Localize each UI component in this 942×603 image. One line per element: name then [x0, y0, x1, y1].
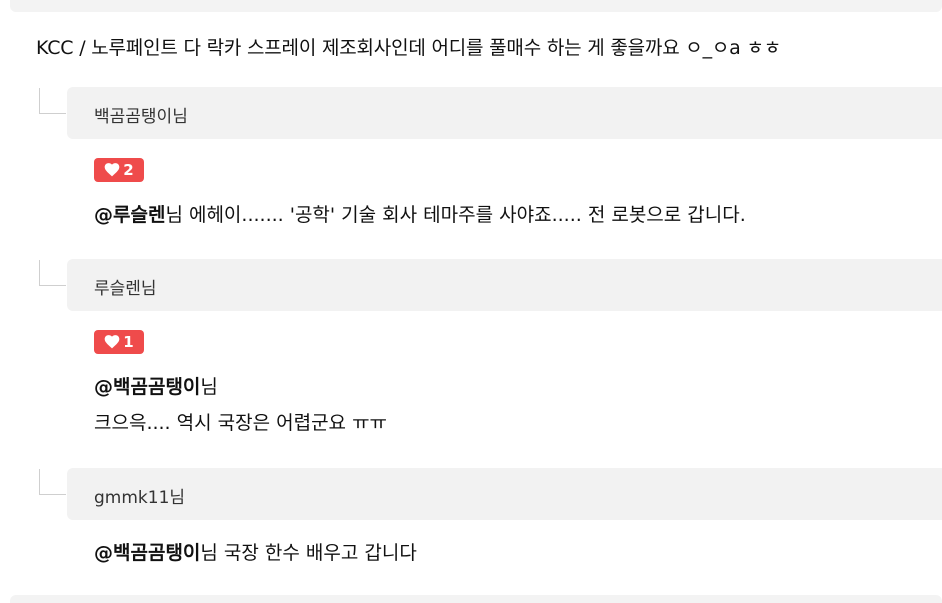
mention-link[interactable]: @백곰곰탱이: [94, 542, 200, 564]
heart-icon: [104, 163, 120, 177]
comment-text: 국장 한수 배우고 갑니다: [217, 542, 417, 564]
previous-section-edge: [10, 0, 942, 12]
comment-body: @백곰곰탱이님 크으윽.... 역시 국장은 어렵군요 ㅠㅠ: [94, 369, 387, 441]
mention-link[interactable]: @백곰곰탱이: [94, 376, 200, 398]
post-text: KCC / 노루페인트 다 락카 스프레이 제조회사인데 어디를 풀매수 하는 …: [36, 37, 782, 59]
mention-suffix: 님: [165, 204, 183, 226]
author-bar: gmmk11님: [67, 468, 942, 520]
mention-suffix: 님: [200, 542, 218, 564]
like-badge[interactable]: 2: [94, 158, 144, 182]
author-name[interactable]: gmmk11님: [94, 483, 185, 508]
comment-body: @백곰곰탱이님 국장 한수 배우고 갑니다: [94, 535, 417, 571]
like-count: 1: [123, 333, 134, 351]
heart-icon: [104, 335, 120, 349]
comment-text: 에헤이....... '공학' 기술 회사 테마주를 사야죠..... 전 로봇…: [182, 204, 746, 226]
comment-body: @루슬렌님 에헤이....... '공학' 기술 회사 테마주를 사야죠....…: [94, 197, 746, 233]
reply-connector: [39, 469, 66, 495]
author-name[interactable]: 백곰곰탱이님: [94, 102, 188, 127]
author-name[interactable]: 루슬렌님: [94, 274, 157, 299]
like-badge[interactable]: 1: [94, 330, 144, 354]
reply-connector: [39, 260, 66, 286]
mention-link[interactable]: @루슬렌: [94, 204, 165, 226]
mention-suffix: 님: [200, 376, 218, 398]
author-bar: 백곰곰탱이님: [67, 87, 942, 139]
like-count: 2: [123, 161, 134, 179]
author-bar: 루슬렌님: [67, 259, 942, 311]
next-section-edge: [10, 595, 942, 603]
reply-connector: [39, 88, 66, 114]
comment-text: 크으윽.... 역시 국장은 어렵군요 ㅠㅠ: [94, 412, 388, 434]
